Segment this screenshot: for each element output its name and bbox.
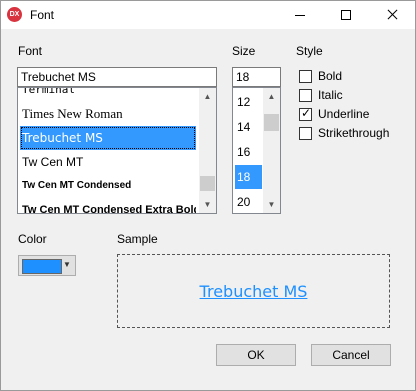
bold-checkbox[interactable] xyxy=(299,70,312,83)
font-dialog: DX Font Font Size Style Trebuchet MS Ter… xyxy=(0,0,416,391)
check-icon: ✓ xyxy=(301,106,312,120)
font-list-item[interactable]: Tw Cen MT xyxy=(20,150,196,174)
size-list-item[interactable]: 12 xyxy=(235,90,262,114)
font-list-item[interactable]: Times New Roman xyxy=(20,102,196,126)
size-label: Size xyxy=(232,44,256,58)
sample-preview: Trebuchet MS xyxy=(117,254,390,328)
color-picker[interactable]: ▼ xyxy=(18,255,76,276)
scroll-up-arrow-icon[interactable]: ▲ xyxy=(199,88,216,105)
size-list-item[interactable]: 18 xyxy=(235,165,262,189)
color-label: Color xyxy=(18,232,47,246)
size-input[interactable]: 18 xyxy=(232,67,281,87)
scroll-up-arrow-icon[interactable]: ▲ xyxy=(263,88,280,105)
window-title: Font xyxy=(30,8,55,22)
scroll-down-arrow-icon[interactable]: ▼ xyxy=(263,196,280,213)
size-list-scrollbar[interactable]: ▲ ▼ xyxy=(263,88,280,213)
font-name-input[interactable]: Trebuchet MS xyxy=(17,67,217,87)
cancel-button[interactable]: Cancel xyxy=(311,344,391,366)
scroll-down-arrow-icon[interactable]: ▼ xyxy=(199,196,216,213)
checkbox-label: Underline xyxy=(318,107,370,121)
checkbox-label: Bold xyxy=(318,69,343,83)
font-list-item[interactable]: Trebuchet MS xyxy=(20,126,196,150)
scroll-thumb[interactable] xyxy=(264,114,279,131)
scroll-thumb[interactable] xyxy=(200,176,215,191)
sample-label: Sample xyxy=(117,232,158,246)
size-list-item[interactable]: 20 xyxy=(235,190,262,213)
checkbox-label: Strikethrough xyxy=(318,126,390,140)
size-list[interactable]: 12 14 16 18 20 ▲ ▼ xyxy=(232,87,281,214)
strikethrough-checkbox[interactable] xyxy=(299,127,312,140)
color-swatch xyxy=(22,259,62,274)
size-list-item[interactable]: 16 xyxy=(235,140,262,164)
close-button[interactable] xyxy=(369,1,415,29)
font-list[interactable]: Terminal Times New Roman Trebuchet MS Tw Ce… xyxy=(17,87,217,214)
minimize-button[interactable] xyxy=(277,1,323,29)
underline-checkbox[interactable]: ✓ xyxy=(299,106,312,121)
font-list-scrollbar[interactable]: ▲ ▼ xyxy=(199,88,216,213)
maximize-button[interactable] xyxy=(323,1,369,29)
checkbox-label: Italic xyxy=(318,88,343,102)
font-list-item[interactable]: Tw Cen MT Condensed Extra Bold xyxy=(20,198,196,213)
ok-button[interactable]: OK xyxy=(216,344,296,366)
font-label: Font xyxy=(18,44,43,58)
sample-text: Trebuchet MS xyxy=(199,282,308,301)
chevron-down-icon: ▼ xyxy=(63,260,71,269)
font-list-item[interactable]: Tw Cen MT Condensed xyxy=(20,174,196,198)
font-list-item[interactable]: Terminal xyxy=(20,88,196,102)
italic-checkbox[interactable] xyxy=(299,89,312,102)
app-icon: DX xyxy=(7,7,22,22)
style-label: Style xyxy=(296,44,323,58)
title-bar[interactable]: DX Font xyxy=(1,1,415,29)
size-list-item[interactable]: 14 xyxy=(235,115,262,139)
